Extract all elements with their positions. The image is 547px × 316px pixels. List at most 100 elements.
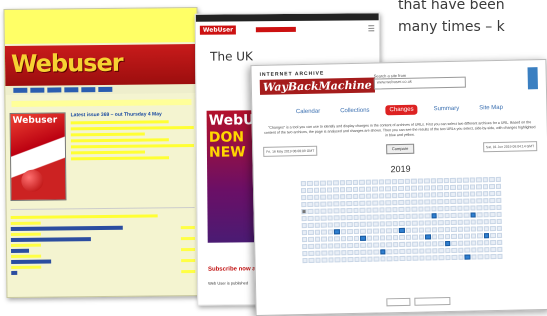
- day-cell[interactable]: [372, 179, 378, 185]
- tab-site-map[interactable]: Site Map: [475, 103, 507, 114]
- day-cell[interactable]: [352, 180, 358, 186]
- day-cell[interactable]: [471, 254, 477, 260]
- day-cell[interactable]: [328, 257, 334, 263]
- day-cell[interactable]: [432, 241, 438, 247]
- day-cell[interactable]: [372, 207, 378, 213]
- day-cell[interactable]: [398, 186, 404, 192]
- day-cell[interactable]: [411, 206, 417, 212]
- day-cell[interactable]: [490, 219, 496, 225]
- day-cell[interactable]: [353, 215, 359, 221]
- tab-changes[interactable]: Changes: [385, 105, 417, 116]
- day-cell[interactable]: [484, 240, 490, 246]
- day-cell[interactable]: [412, 248, 418, 254]
- day-cell[interactable]: [470, 212, 476, 218]
- day-cell[interactable]: [483, 212, 489, 218]
- day-cell[interactable]: [373, 221, 379, 227]
- day-cell[interactable]: [340, 201, 346, 207]
- day-cell[interactable]: [490, 212, 496, 218]
- day-cell[interactable]: [496, 198, 502, 204]
- day-cell[interactable]: [398, 193, 404, 199]
- day-cell[interactable]: [308, 258, 314, 264]
- day-cell[interactable]: [470, 198, 476, 204]
- day-cell[interactable]: [450, 178, 456, 184]
- day-cell[interactable]: [308, 244, 314, 250]
- day-cell[interactable]: [450, 185, 456, 191]
- day-cell[interactable]: [470, 191, 476, 197]
- day-cell[interactable]: [496, 226, 502, 232]
- day-cell[interactable]: [469, 177, 475, 183]
- day-cell[interactable]: [463, 198, 469, 204]
- day-cell[interactable]: [431, 192, 437, 198]
- day-cell[interactable]: [425, 234, 431, 240]
- day-cell[interactable]: [404, 186, 410, 192]
- day-cell[interactable]: [451, 255, 457, 261]
- day-cell[interactable]: [425, 241, 431, 247]
- left-snapshot-select[interactable]: Fri, 16 May 2019 08:08:09 GMT: [263, 146, 317, 157]
- day-cell[interactable]: [385, 207, 391, 213]
- day-cell[interactable]: [424, 192, 430, 198]
- day-cell[interactable]: [353, 208, 359, 214]
- day-cell[interactable]: [451, 213, 457, 219]
- day-cell[interactable]: [392, 200, 398, 206]
- day-cell[interactable]: [386, 228, 392, 234]
- day-cell[interactable]: [490, 233, 496, 239]
- day-cell[interactable]: [379, 214, 385, 220]
- day-cell[interactable]: [457, 226, 463, 232]
- day-cell[interactable]: [352, 187, 358, 193]
- poll-row[interactable]: [11, 236, 195, 242]
- day-cell[interactable]: [328, 243, 334, 249]
- day-cell[interactable]: [372, 193, 378, 199]
- day-cell[interactable]: [438, 220, 444, 226]
- hamburger-menu-icon[interactable]: ☰: [368, 24, 375, 33]
- day-cell[interactable]: [392, 235, 398, 241]
- day-cell[interactable]: [333, 201, 339, 207]
- day-cell[interactable]: [334, 222, 340, 228]
- day-cell[interactable]: [425, 248, 431, 254]
- day-cell[interactable]: [412, 241, 418, 247]
- day-cell[interactable]: [406, 249, 412, 255]
- day-cell[interactable]: [457, 205, 463, 211]
- bottom-button[interactable]: [386, 298, 410, 307]
- day-cell[interactable]: [444, 227, 450, 233]
- day-cell[interactable]: [424, 199, 430, 205]
- day-cell[interactable]: [476, 184, 482, 190]
- day-cell[interactable]: [346, 180, 352, 186]
- day-cell[interactable]: [483, 226, 489, 232]
- day-cell[interactable]: [300, 188, 306, 194]
- day-cell[interactable]: [326, 180, 332, 186]
- day-cell[interactable]: [425, 255, 431, 261]
- day-cell[interactable]: [313, 180, 319, 186]
- day-cell[interactable]: [391, 186, 397, 192]
- day-cell[interactable]: [456, 177, 462, 183]
- day-cell[interactable]: [379, 235, 385, 241]
- day-cell[interactable]: [418, 213, 424, 219]
- day-cell[interactable]: [425, 227, 431, 233]
- day-cell[interactable]: [379, 193, 385, 199]
- day-cell[interactable]: [347, 222, 353, 228]
- day-cell[interactable]: [340, 194, 346, 200]
- day-cell[interactable]: [483, 198, 489, 204]
- day-cell[interactable]: [314, 229, 320, 235]
- day-cell[interactable]: [315, 243, 321, 249]
- day-cell[interactable]: [412, 255, 418, 261]
- day-cell[interactable]: [334, 236, 340, 242]
- day-cell[interactable]: [419, 255, 425, 261]
- day-cell[interactable]: [444, 213, 450, 219]
- tab-calendar[interactable]: Calendar: [292, 107, 325, 118]
- day-cell[interactable]: [438, 248, 444, 254]
- day-cell[interactable]: [347, 215, 353, 221]
- day-cell[interactable]: [484, 254, 490, 260]
- day-cell[interactable]: [385, 179, 391, 185]
- day-cell[interactable]: [417, 178, 423, 184]
- day-cell[interactable]: [392, 228, 398, 234]
- day-cell[interactable]: [482, 184, 488, 190]
- day-cell[interactable]: [321, 243, 327, 249]
- day-cell[interactable]: [353, 222, 359, 228]
- day-cell[interactable]: [430, 185, 436, 191]
- day-cell[interactable]: [445, 241, 451, 247]
- day-cell[interactable]: [359, 201, 365, 207]
- day-cell[interactable]: [399, 242, 405, 248]
- day-cell[interactable]: [437, 178, 443, 184]
- day-cell[interactable]: [469, 184, 475, 190]
- day-cell[interactable]: [432, 248, 438, 254]
